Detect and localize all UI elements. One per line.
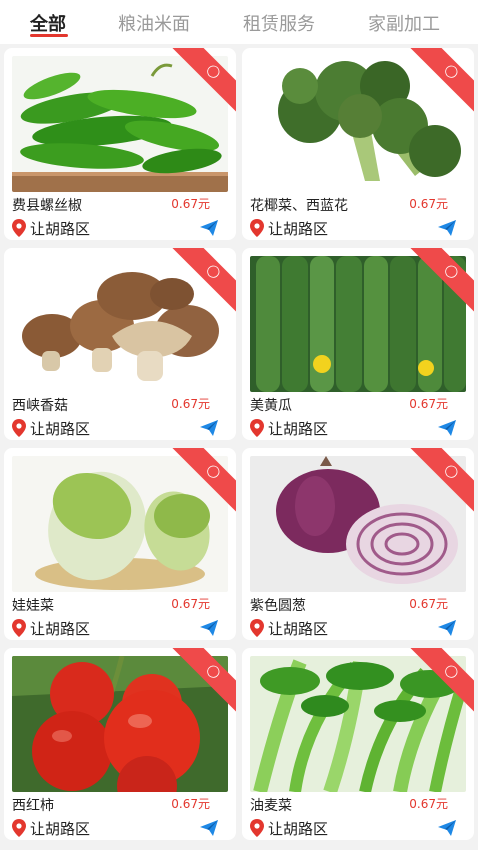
product-location: 让胡路区 [250,618,328,638]
promo-ribbon: ◯ [410,48,474,112]
promo-ribbon: ◯ [172,248,236,312]
product-price: 0.67元 [409,197,448,211]
product-card[interactable]: ◯ 紫色圆葱 0.67元 让胡路区 [242,448,474,640]
location-text: 让胡路区 [268,419,329,438]
product-location: 让胡路区 [12,618,90,638]
tab-processing[interactable]: 家副加工 [368,10,440,36]
location-pin-icon [12,219,26,237]
product-price: 0.67元 [409,597,448,611]
send-icon[interactable] [200,220,218,236]
active-tab-indicator [30,34,68,37]
product-card[interactable]: ◯ 花椰菜、西蓝花 0.67元 让胡路区 [242,48,474,240]
product-name: 娃娃菜 [12,598,54,614]
promo-ribbon: ◯ [410,648,474,712]
location-pin-icon [12,619,26,637]
location-text: 让胡路区 [268,819,329,838]
tab-all[interactable]: 全部 [30,10,66,36]
send-icon[interactable] [438,820,456,836]
tab-grain-oil[interactable]: 粮油米面 [118,10,190,36]
send-icon[interactable] [438,220,456,236]
product-price: 0.67元 [409,397,448,411]
product-location: 让胡路区 [250,818,328,838]
location-pin-icon [250,219,264,237]
product-price: 0.67元 [171,397,210,411]
send-icon[interactable] [200,620,218,636]
location-pin-icon [250,619,264,637]
product-name: 花椰菜、西蓝花 [250,198,348,214]
product-card[interactable]: ◯ 西峡香菇 0.67元 让胡路区 [4,248,236,440]
product-name: 西峡香菇 [12,398,68,414]
location-pin-icon [12,419,26,437]
product-location: 让胡路区 [12,418,90,438]
promo-ribbon: ◯ [410,448,474,512]
tab-rental-service[interactable]: 租赁服务 [243,10,315,36]
product-grid: ◯ 费县螺丝椒 0.67元 让胡路区 ◯ 花椰菜、西蓝花 0.67元 让胡路区 … [0,44,478,850]
location-text: 让胡路区 [30,419,91,438]
product-name: 西红柿 [12,798,54,814]
promo-ribbon: ◯ [172,448,236,512]
product-name: 紫色圆葱 [250,598,306,614]
send-icon[interactable] [200,820,218,836]
product-card[interactable]: ◯ 美黄瓜 0.67元 让胡路区 [242,248,474,440]
product-name: 美黄瓜 [250,398,292,414]
send-icon[interactable] [200,420,218,436]
product-location: 让胡路区 [250,418,328,438]
location-text: 让胡路区 [30,819,91,838]
category-tabs: 全部 粮油米面 租赁服务 家副加工 [0,0,478,44]
product-card[interactable]: ◯ 费县螺丝椒 0.67元 让胡路区 [4,48,236,240]
product-name: 油麦菜 [250,798,292,814]
product-card[interactable]: ◯ 娃娃菜 0.67元 让胡路区 [4,448,236,640]
product-card[interactable]: ◯ 油麦菜 0.67元 让胡路区 [242,648,474,840]
location-text: 让胡路区 [30,619,91,638]
send-icon[interactable] [438,420,456,436]
product-price: 0.67元 [409,797,448,811]
location-text: 让胡路区 [30,219,91,238]
promo-ribbon: ◯ [410,248,474,312]
promo-ribbon: ◯ [172,648,236,712]
product-price: 0.67元 [171,197,210,211]
promo-ribbon: ◯ [172,48,236,112]
location-text: 让胡路区 [268,219,329,238]
product-price: 0.67元 [171,797,210,811]
product-location: 让胡路区 [250,218,328,238]
location-pin-icon [12,819,26,837]
send-icon[interactable] [438,620,456,636]
location-pin-icon [250,819,264,837]
product-location: 让胡路区 [12,218,90,238]
product-location: 让胡路区 [12,818,90,838]
product-card[interactable]: ◯ 西红柿 0.67元 让胡路区 [4,648,236,840]
location-pin-icon [250,419,264,437]
location-text: 让胡路区 [268,619,329,638]
product-price: 0.67元 [171,597,210,611]
product-name: 费县螺丝椒 [12,198,82,214]
